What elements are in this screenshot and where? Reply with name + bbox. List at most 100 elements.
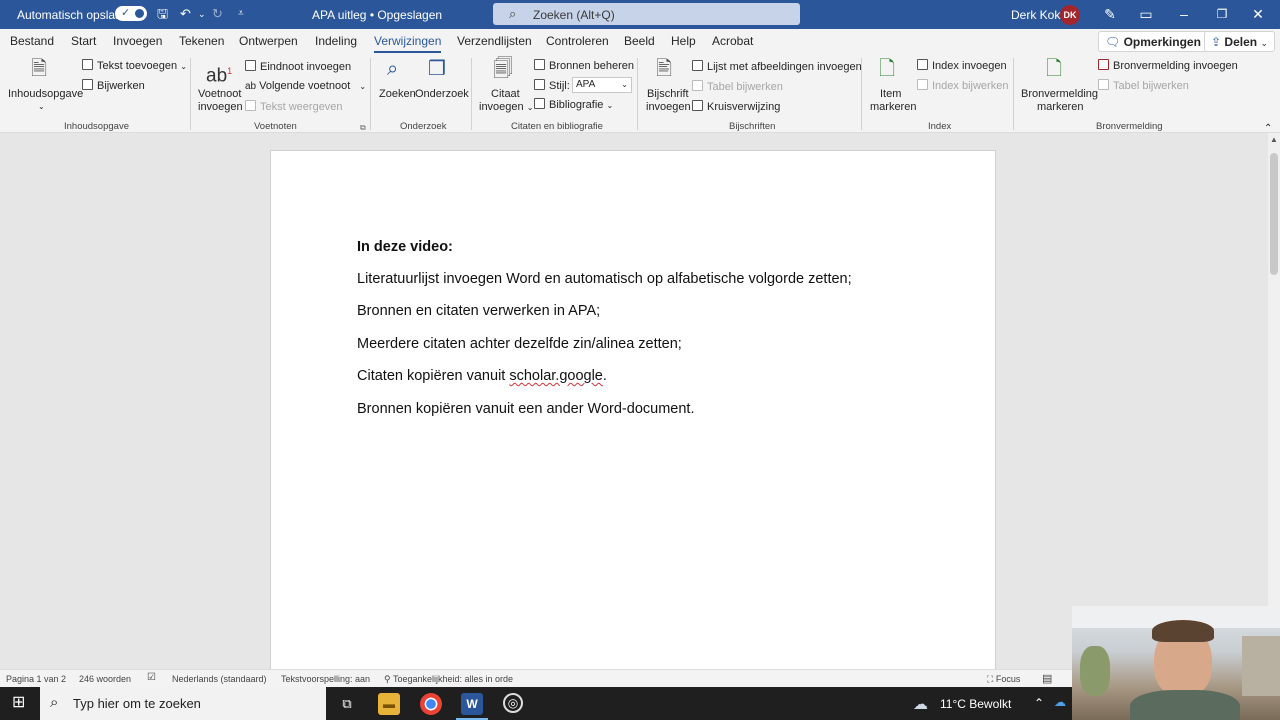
insert-table-of-authorities-button[interactable]: Bronvermelding invoegen (1098, 59, 1238, 73)
tab-acrobat[interactable]: Acrobat (712, 34, 753, 48)
language[interactable]: Nederlands (standaard) (172, 674, 267, 684)
update-table-button[interactable]: Tabel bijwerken (692, 80, 783, 94)
text-predictions[interactable]: Tekstvoorspelling: aan (281, 674, 370, 684)
cross-reference-label: Kruisverwijzing (707, 101, 781, 113)
insert-table-of-figures-button[interactable]: Lijst met afbeeldingen invoegen (692, 60, 862, 74)
endnote-icon (245, 60, 256, 71)
document-line: Bronnen kopiëren vanuit een ander Word-d… (357, 401, 695, 417)
save-icon[interactable]: 🖫 (157, 6, 168, 22)
cloud-icon: ☁ (913, 696, 928, 713)
mark-citation-label[interactable]: markeren (1037, 101, 1083, 114)
add-text-icon (82, 59, 93, 70)
chevron-up-icon[interactable]: ⌃ (1034, 696, 1044, 710)
tab-verwijzingen[interactable]: Verwijzingen (374, 34, 442, 53)
tab-indeling[interactable]: Indeling (315, 34, 357, 48)
manage-sources-button[interactable]: Bronnen beheren (534, 59, 634, 73)
minimize-icon[interactable]: – (1174, 5, 1194, 23)
comments-button[interactable]: 🗨 Opmerkingen (1098, 31, 1208, 52)
vertical-scrollbar[interactable]: ▲ (1268, 133, 1280, 669)
next-footnote-icon: ab (245, 81, 257, 92)
bibliography-label: Bibliografie (549, 99, 604, 111)
focus-label: Focus (995, 674, 1021, 684)
restore-icon[interactable]: ❐ (1212, 5, 1232, 23)
mark-entry-label[interactable]: markeren (870, 101, 916, 114)
misspelled-word[interactable]: scholar.google (509, 368, 603, 384)
insert-index-icon (917, 59, 928, 70)
windows-start-icon[interactable]: ⊞ (12, 694, 25, 712)
file-explorer-icon[interactable]: ▬ (378, 693, 400, 715)
close-icon[interactable]: ✕ (1248, 5, 1268, 23)
cross-reference-button[interactable]: Kruisverwijzing (692, 100, 780, 114)
insert-caption-label[interactable]: invoegen (646, 101, 691, 114)
insert-index-button[interactable]: Index invoegen (917, 59, 1007, 73)
document-page[interactable]: In deze video: Literatuurlijst invoegen … (270, 150, 996, 690)
ribbon-display-icon[interactable]: ▭ (1136, 5, 1156, 23)
insert-citation-label[interactable]: invoegen ⌄ (479, 101, 533, 114)
table-of-contents-icon: 🗎 (31, 58, 48, 80)
tab-verzendlijsten[interactable]: Verzendlijsten (457, 34, 532, 48)
obs-icon[interactable]: ◎ (503, 693, 523, 713)
taskbar-search[interactable]: ⌕ Typ hier om te zoeken (40, 687, 326, 720)
avatar[interactable]: DK (1060, 5, 1080, 25)
undo-dropdown-icon[interactable]: ⌄ (198, 6, 206, 22)
onedrive-icon[interactable]: ☁ (1054, 695, 1066, 709)
search-box[interactable]: ⌕ Zoeken (Alt+Q) (493, 3, 800, 25)
mark-entry-button[interactable]: Item (880, 88, 901, 101)
line-text: Citaten kopiëren vanuit (357, 368, 510, 384)
update-toc-button[interactable]: Bijwerken (82, 79, 145, 93)
citation-style-select[interactable]: APA ⌄ (572, 77, 632, 93)
customize-quick-access-icon[interactable]: ⩡ (238, 6, 244, 22)
tab-tekenen[interactable]: Tekenen (179, 34, 224, 48)
update-toa-button[interactable]: Tabel bijwerken (1098, 79, 1189, 93)
tab-beeld[interactable]: Beeld (624, 34, 655, 48)
insert-footnote-button[interactable]: Voetnoot (198, 88, 241, 101)
bibliography-icon (534, 98, 545, 109)
tab-bestand[interactable]: Bestand (10, 34, 54, 48)
update-table-icon (692, 80, 703, 91)
mark-citation-button[interactable]: Bronvermelding (1021, 88, 1098, 101)
pen-icon[interactable]: ✎ (1100, 5, 1120, 23)
scroll-up-icon[interactable]: ▲ (1270, 135, 1278, 144)
page-count[interactable]: Pagina 1 van 2 (6, 674, 66, 684)
table-of-figures-icon (692, 60, 703, 71)
word-count[interactable]: 246 woorden (79, 674, 131, 684)
insert-citation-button[interactable]: Citaat (491, 88, 520, 101)
next-footnote-label: Volgende voetnoot (259, 80, 351, 92)
tab-controleren[interactable]: Controleren (546, 34, 609, 48)
insert-caption-button[interactable]: Bijschrift (647, 88, 689, 101)
user-name[interactable]: Derk Kok (1011, 8, 1060, 22)
undo-icon[interactable]: ↶ (180, 6, 191, 22)
check-icon: ✓ (121, 7, 131, 19)
tab-help[interactable]: Help (671, 34, 696, 48)
show-notes-button[interactable]: Tekst weergeven (245, 100, 343, 114)
proofing-icon[interactable]: ☑ (147, 672, 156, 683)
tab-invoegen[interactable]: Invoegen (113, 34, 162, 48)
bibliography-button[interactable]: Bibliografie ⌄ (534, 98, 613, 112)
add-text-button[interactable]: Tekst toevoegen ⌄ (82, 59, 187, 73)
focus-button[interactable]: ⛶ Focus (987, 674, 1020, 685)
scrollbar-thumb[interactable] (1270, 153, 1278, 275)
update-index-button[interactable]: Index bijwerken (917, 79, 1008, 93)
insert-endnote-button[interactable]: Eindnoot invoegen (245, 60, 351, 74)
task-view-icon[interactable]: ⧉ (336, 693, 358, 715)
toc-button[interactable]: Inhoudsopgave (8, 88, 83, 101)
next-footnote-button[interactable]: ab Volgende voetnoot ⌄ (245, 80, 366, 93)
researcher-button[interactable]: Onderzoek (415, 88, 469, 101)
document-line: Literatuurlijst invoegen Word en automat… (357, 271, 852, 287)
manage-sources-icon (534, 59, 545, 70)
weather-text[interactable]: 11°C Bewolkt (940, 697, 1011, 711)
tab-start[interactable]: Start (71, 34, 96, 48)
chrome-icon[interactable] (420, 693, 442, 715)
chevron-down-icon[interactable]: ⌄ (38, 100, 45, 113)
accessibility-status[interactable]: ⚲ Toegankelijkheid: alles in orde (384, 674, 513, 685)
word-icon[interactable]: W (461, 693, 483, 715)
update-icon (82, 79, 93, 90)
search-button[interactable]: Zoeken (379, 88, 416, 101)
insert-footnote-label[interactable]: invoegen (198, 101, 243, 114)
share-button[interactable]: ⇪ Delen ⌄ (1204, 31, 1275, 52)
document-title[interactable]: APA uitleg • Opgeslagen (312, 8, 442, 22)
read-mode-icon[interactable]: ▤ (1042, 672, 1052, 685)
autosave-toggle[interactable]: ✓ (115, 6, 147, 21)
tab-ontwerpen[interactable]: Ontwerpen (239, 34, 298, 48)
redo-icon[interactable]: ↻ (212, 6, 223, 22)
